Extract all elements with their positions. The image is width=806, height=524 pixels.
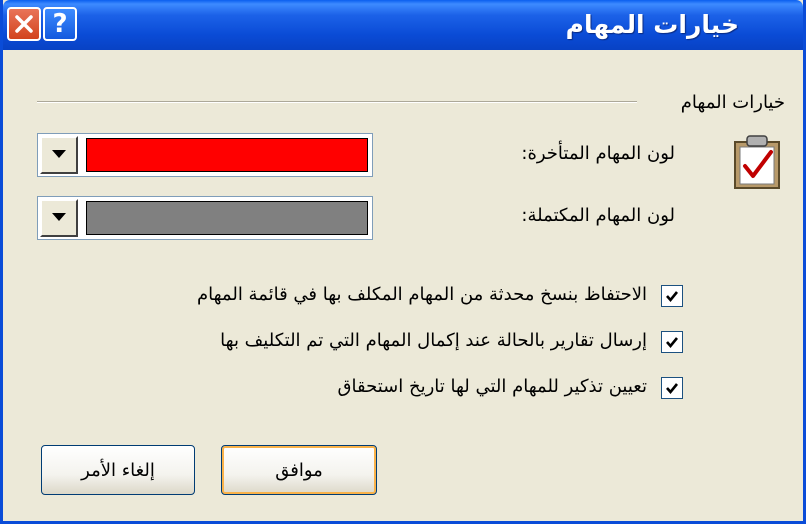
title-bar: ? خيارات المهام [3,0,803,50]
close-button[interactable] [7,7,41,41]
help-button[interactable]: ? [43,7,77,41]
close-icon [15,15,33,33]
overdue-color-dropdown[interactable] [37,133,373,177]
keep-updated-copies-label[interactable]: الاحتفاظ بنسخ محدثة من المهام المكلف بها… [197,284,647,305]
cancel-button[interactable]: إلغاء الأمر [41,445,195,495]
keep-updated-copies-checkbox[interactable] [661,285,683,307]
group-divider [37,101,637,103]
completed-color-swatch [86,201,368,235]
task-options-dialog: ? خيارات المهام خيارات المهام لون المهام… [0,0,806,524]
completed-color-dropdown[interactable] [37,196,373,240]
group-title: خيارات المهام [680,92,785,113]
completed-color-label: لون المهام المكتملة: [521,205,675,226]
clipboard-check-icon [734,135,780,189]
checkmark-icon [666,383,679,395]
set-reminders-checkbox[interactable] [661,377,683,399]
help-icon: ? [52,9,68,39]
send-status-reports-checkbox[interactable] [661,331,683,353]
chevron-down-icon[interactable] [40,136,78,174]
set-reminders-label[interactable]: تعيين تذكير للمهام التي لها تاريخ استحقا… [338,376,647,397]
window-title: خيارات المهام [565,10,739,39]
overdue-color-label: لون المهام المتأخرة: [521,143,675,164]
checkmark-icon [666,291,679,303]
send-status-reports-label[interactable]: إرسال تقارير بالحالة عند إكمال المهام ال… [220,330,647,351]
ok-button[interactable]: موافق [221,445,377,495]
overdue-color-swatch [86,138,368,172]
chevron-down-icon[interactable] [40,199,78,237]
checkmark-icon [666,337,679,349]
